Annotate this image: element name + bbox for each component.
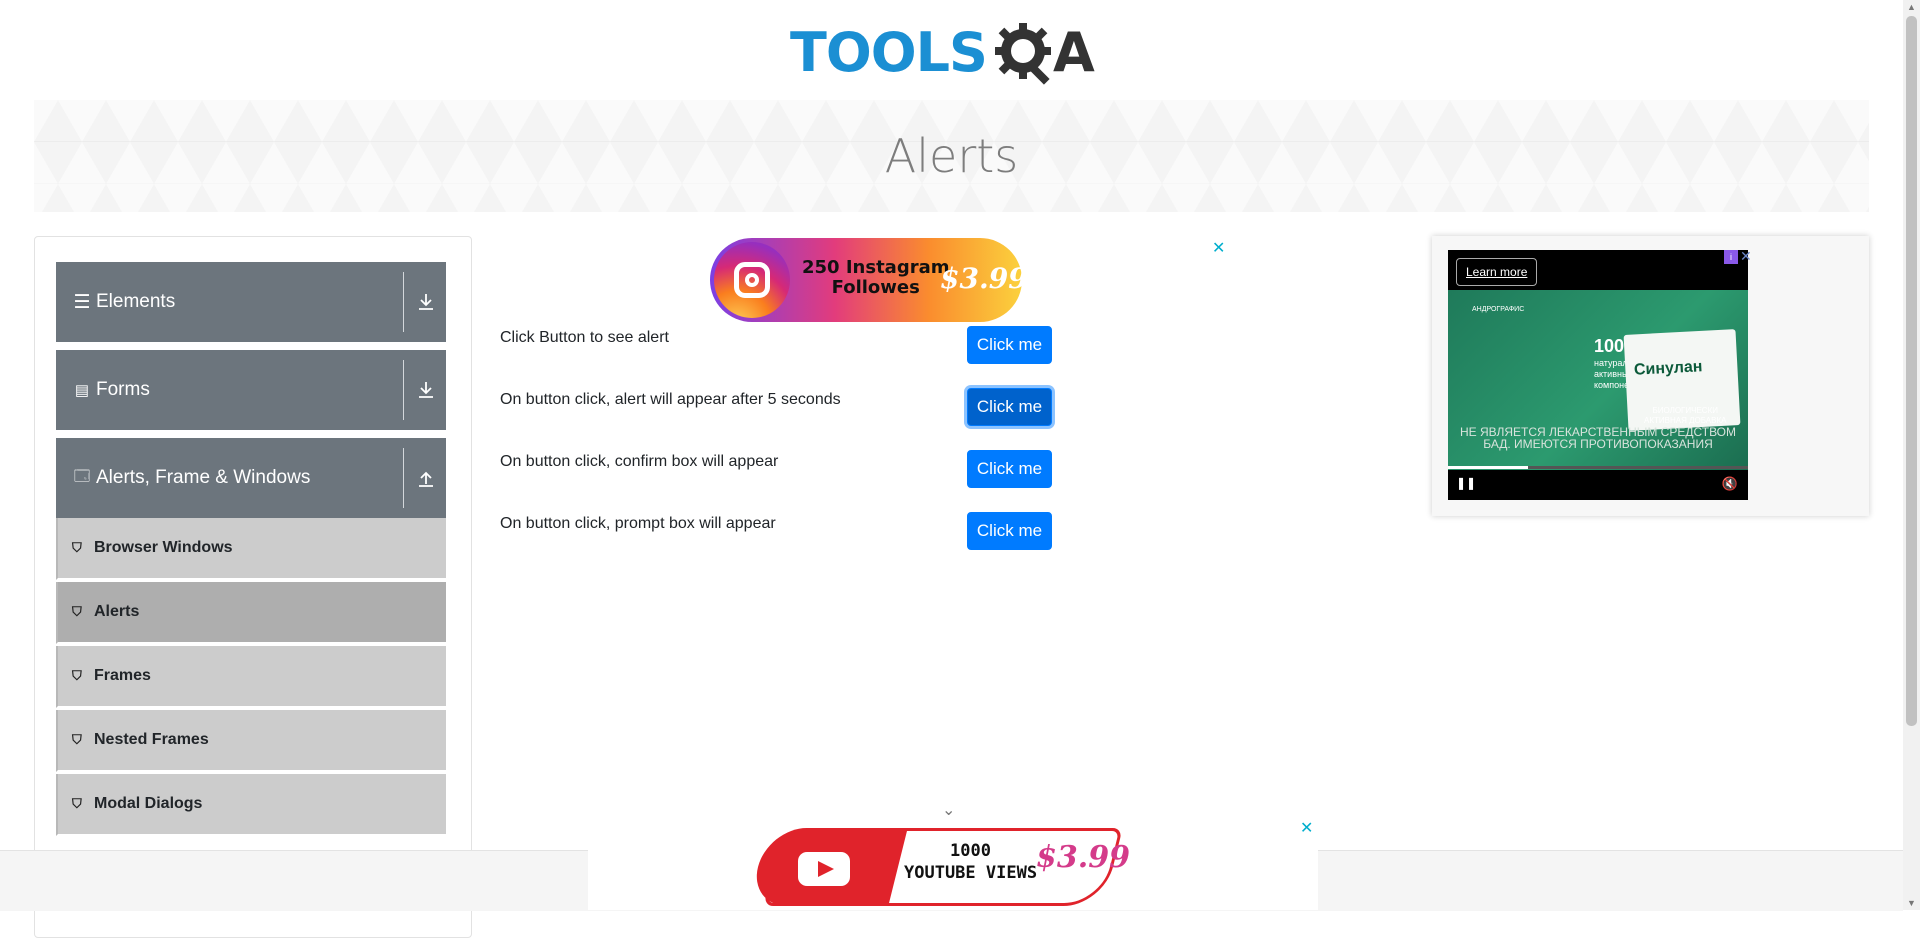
- sidebar-item-label: Frames: [94, 667, 151, 684]
- scrollbar-thumb[interactable]: [1906, 16, 1917, 726]
- html5-icon: ⛉: [72, 796, 82, 811]
- sidebar-group-label: Alerts, Frame & Windows: [96, 467, 311, 488]
- confirm-row-label: On button click, confirm box will appear: [500, 453, 779, 470]
- gear-magnifier-icon: [994, 23, 1051, 85]
- sidebar-group-label: Elements: [96, 291, 176, 312]
- page-scrollbar[interactable]: ▲ ▼: [1903, 0, 1920, 910]
- hamburger-icon: ☰: [73, 291, 91, 313]
- confirm-button[interactable]: Click me: [967, 450, 1052, 488]
- close-icon[interactable]: ✕: [1740, 248, 1752, 265]
- sidebar-item-nested-frames[interactable]: ⛉ Nested Frames: [56, 710, 446, 772]
- timer-alert-button[interactable]: Click me: [967, 388, 1052, 426]
- ad-line1: 250 Instagram: [802, 257, 950, 278]
- ad-line2: YOUTUBE VIEWS: [904, 863, 1038, 883]
- document-icon: ▤: [74, 382, 90, 399]
- ad-banner-youtube[interactable]: 1000 YOUTUBE VIEWS $3.99 ✕: [588, 818, 1318, 910]
- sidebar-item-label: Nested Frames: [94, 731, 209, 748]
- sidebar-item-label: Alerts: [94, 603, 140, 620]
- scroll-down-icon[interactable]: ▼: [1907, 898, 1916, 908]
- instagram-icon: [714, 242, 790, 318]
- sidebar-item-frames[interactable]: ⛉ Frames: [56, 646, 446, 708]
- close-icon[interactable]: ✕: [1212, 238, 1225, 258]
- prompt-button[interactable]: Click me: [967, 512, 1052, 550]
- ad-video-panel: Learn more АНДРОГРАФИС 100% натуральные …: [1432, 236, 1869, 516]
- ad-line1: 1000: [950, 841, 991, 861]
- html5-icon: ⛉: [72, 540, 82, 555]
- ad-text: 250 Instagram Followes: [802, 258, 949, 298]
- sidebar-item-modal-dialogs[interactable]: ⛉ Modal Dialogs: [56, 774, 446, 836]
- sidebar-item-alerts[interactable]: ⛉ Alerts: [56, 582, 446, 644]
- sidebar-item-label: Modal Dialogs: [94, 795, 203, 812]
- close-icon[interactable]: ✕: [1300, 818, 1313, 838]
- html5-icon: ⛉: [72, 732, 82, 747]
- ad-price: $3.99: [1036, 840, 1130, 875]
- html5-icon: ⛉: [72, 604, 82, 619]
- ad-brand: АНДРОГРАФИС: [1472, 306, 1525, 313]
- alert-button[interactable]: Click me: [967, 326, 1052, 364]
- sidebar-group-forms[interactable]: ▤ Forms: [56, 350, 446, 430]
- ad-bio: БИОЛОГИЧЕСКИ АКТИВНАЯ ДОБАВКА: [1644, 406, 1727, 425]
- logo-text-a: A: [1052, 21, 1095, 84]
- sidebar-group-elements[interactable]: ☰ Elements: [56, 262, 446, 342]
- video-progress-bar[interactable]: [1448, 466, 1748, 469]
- ad-video[interactable]: Learn more АНДРОГРАФИС 100% натуральные …: [1448, 250, 1748, 500]
- mute-icon[interactable]: 🔇: [1722, 476, 1738, 492]
- youtube-icon: [798, 852, 850, 886]
- page-title: Alerts: [884, 129, 1019, 183]
- scroll-up-icon[interactable]: ▲: [1907, 2, 1916, 12]
- chevron-down-icon[interactable]: ⌄: [942, 800, 955, 820]
- timer-alert-row-label: On button click, alert will appear after…: [500, 391, 841, 408]
- adchoices-icon[interactable]: i: [1724, 250, 1738, 264]
- pause-icon[interactable]: ❚❚: [1456, 476, 1476, 490]
- learn-more-link[interactable]: Learn more: [1456, 258, 1538, 286]
- divider: [403, 448, 404, 508]
- ad-banner-instagram[interactable]: 250 Instagram Followes $3.99 ✕: [500, 236, 1230, 328]
- page-banner: Alerts: [34, 100, 1869, 212]
- html5-icon: ⛉: [72, 668, 82, 683]
- product-name: Синулан: [1633, 358, 1703, 379]
- download-icon[interactable]: [414, 290, 438, 314]
- logo-text-tools: TOOLS: [790, 21, 988, 84]
- sidebar-item-label: Browser Windows: [94, 539, 233, 556]
- upload-icon[interactable]: [414, 466, 438, 490]
- download-icon[interactable]: [414, 378, 438, 402]
- sidebar-group-alerts-frame-windows[interactable]: 🗔 Alerts, Frame & Windows: [56, 438, 446, 518]
- toolsqa-logo[interactable]: TOOLS A: [790, 16, 1115, 90]
- alert-row-label: Click Button to see alert: [500, 329, 669, 346]
- ad-line2: Followes: [831, 277, 920, 298]
- prompt-row-label: On button click, prompt box will appear: [500, 515, 776, 532]
- ad-warning: НЕ ЯВЛЯЕТСЯ ЛЕКАРСТВЕННЫМ СРЕДСТВОМ БАД.…: [1459, 425, 1737, 451]
- sidebar-group-label: Forms: [96, 379, 150, 400]
- divider: [403, 272, 404, 332]
- sidebar-item-browser-windows[interactable]: ⛉ Browser Windows: [56, 518, 446, 580]
- ad-price: $3.99: [940, 262, 1028, 295]
- divider: [403, 360, 404, 420]
- ad-text: 1000 YOUTUBE VIEWS: [904, 840, 1037, 884]
- window-icon: 🗔: [73, 467, 91, 485]
